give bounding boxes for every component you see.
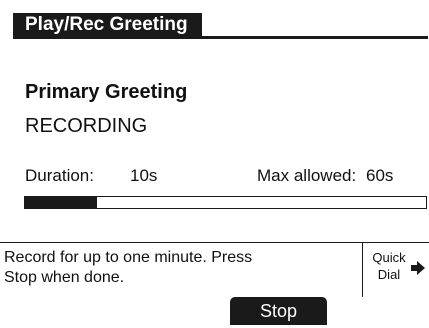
recording-progress-fill <box>25 197 98 208</box>
duration-value: 10s <box>130 166 158 185</box>
quick-dial-button[interactable]: Quick Dial <box>362 243 429 297</box>
recording-status: RECORDING <box>25 115 148 137</box>
max-allowed-label: Max allowed: <box>257 166 357 185</box>
quick-dial-label: Quick Dial <box>369 249 409 283</box>
greeting-name: Primary Greeting <box>25 81 188 103</box>
recording-progress-bar <box>24 196 427 209</box>
title-bar: Play/Rec Greeting <box>13 13 428 39</box>
max-allowed-value: 60s <box>366 166 394 185</box>
instruction-line-2: Stop when done. <box>4 269 125 286</box>
duration-label: Duration: <box>25 166 94 185</box>
quick-dial-label-line-1: Quick <box>372 250 406 265</box>
stop-button[interactable]: Stop <box>230 297 327 325</box>
quick-dial-label-line-2: Dial <box>377 267 401 282</box>
instruction-line-1: Record for up to one minute. Press <box>4 249 253 266</box>
arrow-right-icon <box>411 261 425 275</box>
phone-screen: Play/Rec Greeting Primary Greeting RECOR… <box>0 0 429 328</box>
instruction-text: Record for up to one minute. Press Stop … <box>4 248 354 288</box>
page-title: Play/Rec Greeting <box>13 13 202 36</box>
